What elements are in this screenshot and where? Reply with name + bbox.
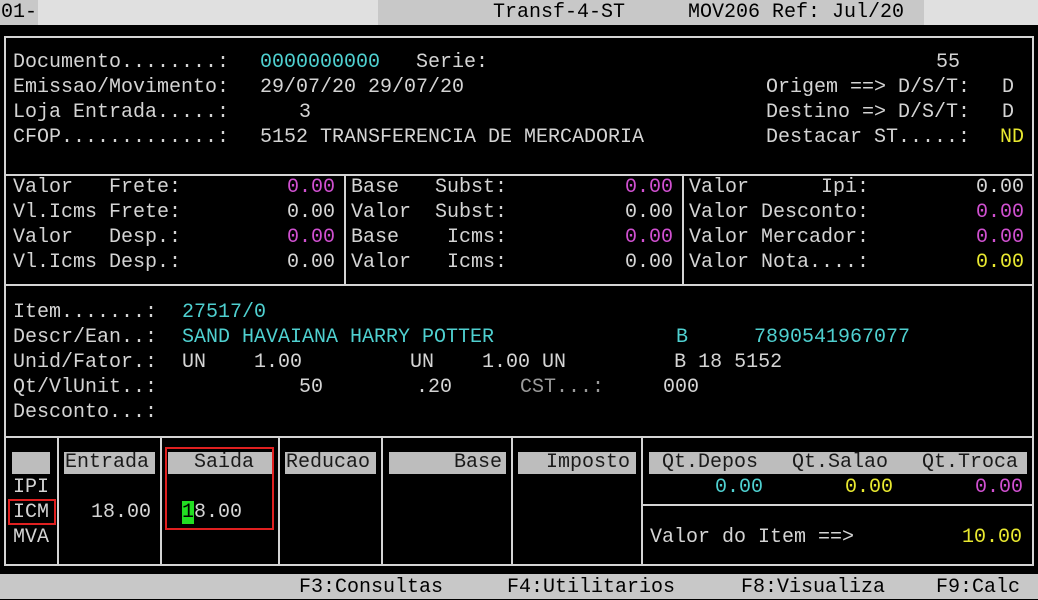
valor-mercador-label: Valor Mercador: (689, 226, 870, 249)
function-key-bar: F3:Consultas F4:Utilitarios F8:Visualiza… (0, 574, 1038, 599)
origem-label: Origem ==> D/S/T: (766, 76, 971, 99)
base-subst-field[interactable]: 0.00 (625, 175, 673, 200)
session-id: 01- (1, 1, 38, 24)
icm-highlight-box (8, 499, 56, 525)
valor-nota-field[interactable]: 0.00 (976, 250, 1024, 275)
base-icms-label: Base Icms: (351, 226, 508, 249)
divider (682, 174, 684, 284)
unid-label: Unid/Fator.: (13, 351, 158, 374)
module-ref: MOV206 Ref: Jul/20 (688, 1, 905, 24)
item-field[interactable]: 27517/0 (182, 300, 266, 325)
vlicms-desp-label: Vl.Icms Desp.: (13, 251, 182, 274)
valor-ipi-field[interactable]: 0.00 (976, 175, 1024, 200)
valor-desp-field[interactable]: 0.00 (287, 225, 335, 250)
valor-ipi-label: Valor Ipi: (689, 176, 870, 199)
salao-header: Qt.Salao (792, 451, 889, 474)
tax-header-blank (12, 452, 50, 474)
row-ipi-label: IPI (13, 476, 50, 499)
item-label: Item.......: (13, 301, 158, 324)
serie-label: Serie: (416, 51, 489, 74)
valor-nota-label: Valor Nota....: (689, 251, 870, 274)
vlicms-frete-field[interactable]: 0.00 (287, 200, 335, 225)
divider (57, 436, 59, 566)
cfop-label: CFOP.............: (13, 126, 230, 149)
qt-field[interactable]: 50 (299, 375, 323, 400)
desconto-label: Desconto...: (13, 401, 158, 424)
cfop-field[interactable]: 5152 TRANSFERENCIA DE MERCADORIA (260, 125, 644, 150)
base-subst-label: Base Subst: (351, 176, 508, 199)
valor-frete-label: Valor Frete: (13, 176, 182, 199)
divider (4, 436, 1034, 438)
f4-utilitarios-key[interactable]: F4:Utilitarios (507, 575, 675, 600)
f9-calc-key[interactable]: F9:Calc (936, 575, 1020, 600)
saida-highlight-box (165, 447, 274, 530)
salao-field[interactable]: 0.00 (845, 475, 893, 500)
divider (4, 284, 1034, 286)
valor-subst-label: Valor Subst: (351, 201, 508, 224)
descr-code: B (676, 326, 689, 349)
icm-entrada-field[interactable]: 18.00 (91, 500, 151, 525)
title-bar-segment (38, 0, 378, 25)
documento-field[interactable]: 0000000000 (260, 50, 380, 75)
troca-header: Qt.Troca (922, 451, 1019, 474)
title-bar-segment (924, 0, 1038, 25)
valor-item-label: Valor do Item ==> (650, 526, 855, 549)
f3-consultas-key[interactable]: F3:Consultas (299, 575, 443, 600)
vlicms-frete-label: Vl.Icms Frete: (13, 201, 182, 224)
cst-field[interactable]: 000 (663, 375, 699, 400)
reducao-header: Reducao (286, 451, 371, 474)
divider (641, 436, 643, 566)
valor-desconto-field[interactable]: 0.00 (976, 200, 1024, 225)
destino-label: Destino => D/S/T: (766, 101, 971, 124)
vlicms-desp-field[interactable]: 0.00 (287, 250, 335, 275)
title-bar: 01- Transf-4-ST MOV206 Ref: Jul/20 (0, 0, 1038, 25)
emissao-label: Emissao/Movimento: (13, 76, 230, 99)
valor-icms-label: Valor Icms: (351, 251, 508, 274)
divider (278, 436, 280, 566)
loja-label: Loja Entrada.....: (13, 101, 230, 124)
qt-label: Qt/VlUnit..: (13, 376, 158, 399)
divider (641, 504, 1034, 506)
valor-frete-field[interactable]: 0.00 (287, 175, 335, 200)
valor-item-field[interactable]: 10.00 (962, 525, 1022, 550)
imposto-header: Imposto (546, 451, 631, 474)
divider (511, 436, 513, 566)
ean-field[interactable]: 7890541967077 (754, 325, 910, 350)
destacar-field[interactable]: ND (1000, 125, 1024, 150)
base-icms-field[interactable]: 0.00 (625, 225, 673, 250)
base-header: Base (454, 451, 503, 474)
descr-field[interactable]: SAND HAVAIANA HARRY POTTER (182, 325, 494, 350)
divider (381, 436, 383, 566)
emissao-field[interactable]: 29/07/20 29/07/20 (260, 75, 464, 100)
screen-title: Transf-4-ST (493, 1, 626, 24)
f8-visualiza-key[interactable]: F8:Visualiza (741, 575, 885, 600)
valor-desp-label: Valor Desp.: (13, 226, 182, 249)
descr-label: Descr/Ean..: (13, 326, 158, 349)
serie-field[interactable]: 55 (936, 50, 960, 75)
troca-field[interactable]: 0.00 (975, 475, 1023, 500)
depos-field[interactable]: 0.00 (715, 475, 763, 500)
origem-field[interactable]: D (1002, 75, 1014, 100)
destacar-label: Destacar ST.....: (766, 126, 971, 149)
divider (160, 436, 162, 566)
row-mva-label: MVA (13, 526, 50, 549)
destino-field[interactable]: D (1002, 100, 1014, 125)
divider (344, 174, 346, 284)
valor-icms-field[interactable]: 0.00 (625, 250, 673, 275)
entrada-header: Entrada (65, 451, 150, 474)
depos-header: Qt.Depos (662, 451, 759, 474)
valor-mercador-field[interactable]: 0.00 (976, 225, 1024, 250)
loja-field[interactable]: 3 (299, 100, 311, 125)
valor-desconto-label: Valor Desconto: (689, 201, 870, 224)
cst-label: CST...: (520, 376, 605, 399)
valor-subst-field[interactable]: 0.00 (625, 200, 673, 225)
vlunit-field[interactable]: .20 (416, 375, 452, 400)
unid-fields[interactable]: UN 1.00 UN 1.00 UN B 18 5152 (182, 350, 782, 375)
documento-label: Documento........: (13, 51, 230, 74)
